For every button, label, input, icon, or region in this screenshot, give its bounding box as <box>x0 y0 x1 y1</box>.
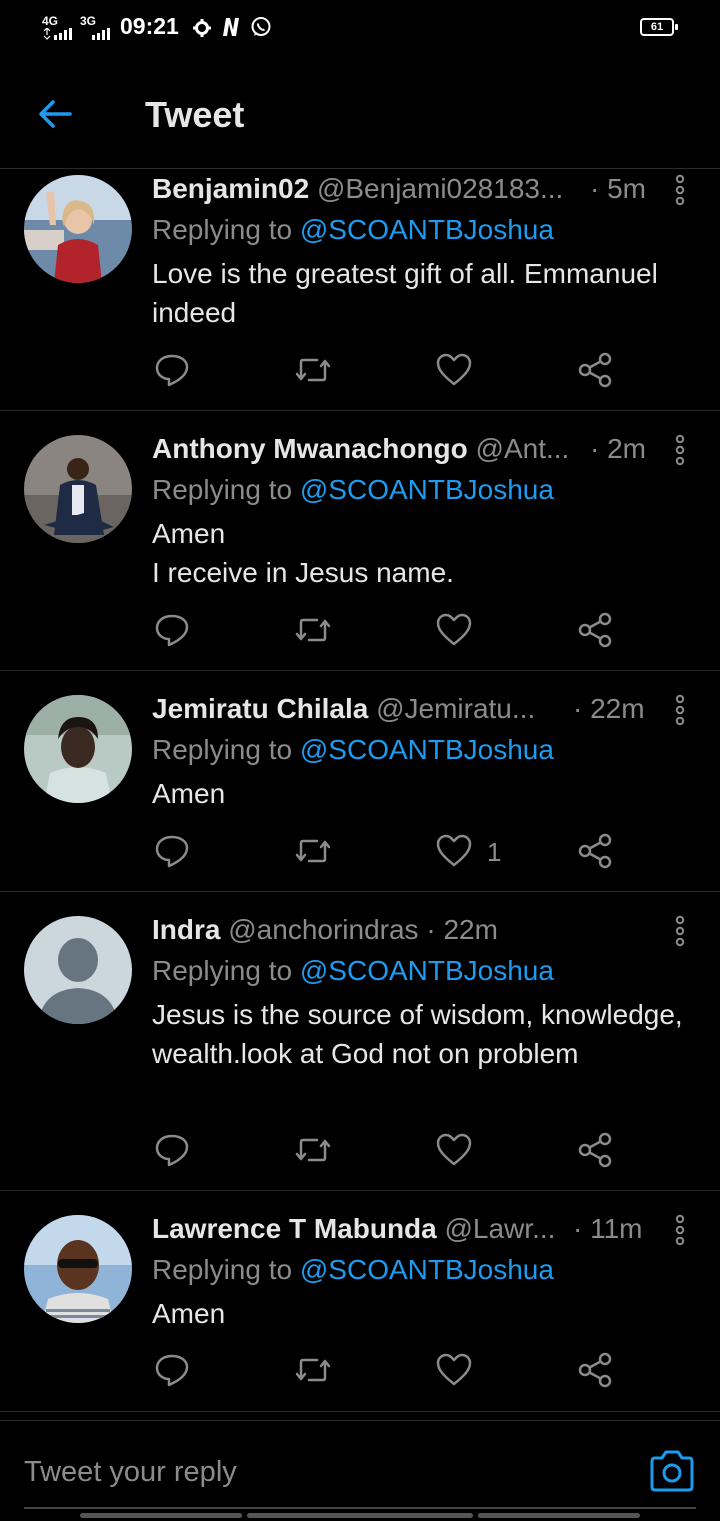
retweet-icon[interactable] <box>293 610 333 650</box>
tweet-header: Indra @anchorindras · 22m <box>152 914 498 946</box>
author-name[interactable]: Anthony Mwanachongo <box>152 433 468 464</box>
retweet-icon[interactable] <box>293 350 333 390</box>
tweet-reply-item[interactable]: Jemiratu Chilala @Jemiratu... · 22m Repl… <box>0 671 720 892</box>
reply-icon[interactable] <box>152 1350 192 1390</box>
signal-icon <box>92 28 110 40</box>
tweet-header: Benjamin02 @Benjami028183... <box>152 173 563 205</box>
like-icon[interactable] <box>434 350 474 390</box>
more-vertical-icon[interactable] <box>670 914 690 948</box>
battery-indicator: 61 <box>640 18 678 36</box>
tweet-text: Love is the greatest gift of all. Emmanu… <box>152 258 658 328</box>
divider <box>24 1507 696 1509</box>
mention-link[interactable]: @SCOANTBJoshua <box>300 955 554 986</box>
replying-to: Replying to @SCOANTBJoshua <box>152 214 554 246</box>
author-name[interactable]: Lawrence T Mabunda <box>152 1213 437 1244</box>
author-handle: @Lawr... <box>444 1213 556 1244</box>
camera-icon[interactable] <box>648 1449 696 1493</box>
tweet-text: Amen <box>152 778 226 809</box>
reply-icon[interactable] <box>152 350 192 390</box>
tweet-text: Amen <box>152 1298 226 1329</box>
replying-to: Replying to @SCOANTBJoshua <box>152 474 554 506</box>
mention-link[interactable]: @SCOANTBJoshua <box>300 1254 554 1285</box>
author-handle: @anchorindras <box>228 914 419 945</box>
timestamp: · 11m <box>573 1213 643 1244</box>
more-vertical-icon[interactable] <box>670 1213 690 1247</box>
reply-input[interactable]: Tweet your reply <box>24 1456 237 1489</box>
share-icon[interactable] <box>575 350 615 390</box>
reply-composer: Tweet your reply <box>0 1420 720 1521</box>
nav-handle <box>80 1513 242 1518</box>
network-4g-indicator: 4G <box>42 14 59 28</box>
whatsapp-icon <box>251 17 271 36</box>
tweet-header: Lawrence T Mabunda @Lawr... <box>152 1213 555 1245</box>
replying-to-label: Replying to <box>152 955 300 986</box>
tweet-text: Amen I receive in Jesus name. <box>152 518 454 588</box>
avatar[interactable] <box>24 916 132 1024</box>
like-icon[interactable] <box>434 831 474 871</box>
nav-handle <box>247 1513 473 1518</box>
avatar[interactable] <box>24 1215 132 1323</box>
replying-to: Replying to @SCOANTBJoshua <box>152 955 554 987</box>
timestamp: · 22m <box>426 914 498 945</box>
tweet-text: Jesus is the source of wisdom, knowledge… <box>152 999 683 1069</box>
tweet-header: Anthony Mwanachongo @Ant... <box>152 433 569 465</box>
replying-to-label: Replying to <box>152 214 300 245</box>
reply-icon[interactable] <box>152 831 192 871</box>
author-handle: @Jemiratu... <box>376 693 536 724</box>
like-count: 1 <box>487 837 502 867</box>
share-icon[interactable] <box>575 831 615 871</box>
more-vertical-icon[interactable] <box>670 693 690 727</box>
tweet-reply-item[interactable]: Lawrence T Mabunda @Lawr... · 11m Replyi… <box>0 1191 720 1412</box>
page-title: Tweet <box>145 94 245 135</box>
more-vertical-icon[interactable] <box>670 433 690 467</box>
tweet-reply-item[interactable]: Indra @anchorindras · 22m Replying to @S… <box>0 892 720 1191</box>
replying-to: Replying to @SCOANTBJoshua <box>152 1254 554 1286</box>
replying-to-label: Replying to <box>152 734 300 765</box>
like-icon[interactable] <box>434 1350 474 1390</box>
timestamp: · 2m <box>590 433 646 464</box>
share-icon[interactable] <box>575 1350 615 1390</box>
mention-link[interactable]: @SCOANTBJoshua <box>300 734 554 765</box>
like-icon[interactable] <box>434 1130 474 1170</box>
author-handle: @Ant... <box>475 433 570 464</box>
status-bar: 4G 3G 09:21 61 <box>0 0 720 60</box>
tweet-header: Jemiratu Chilala @Jemiratu... <box>152 693 535 725</box>
avatar[interactable] <box>24 175 132 283</box>
share-icon[interactable] <box>575 1130 615 1170</box>
signal-icon <box>43 28 72 40</box>
author-handle: @Benjami028183... <box>316 173 564 204</box>
author-name[interactable]: Benjamin02 <box>152 173 309 204</box>
replying-to: Replying to @SCOANTBJoshua <box>152 734 554 766</box>
timestamp: · 22m <box>573 693 645 724</box>
netflix-n-icon <box>223 18 239 36</box>
reply-icon[interactable] <box>152 1130 192 1170</box>
retweet-icon[interactable] <box>293 1350 333 1390</box>
nav-handle <box>478 1513 640 1518</box>
avatar[interactable] <box>24 435 132 543</box>
mention-link[interactable]: @SCOANTBJoshua <box>300 214 554 245</box>
mention-link[interactable]: @SCOANTBJoshua <box>300 474 554 505</box>
retweet-icon[interactable] <box>293 831 333 871</box>
author-name[interactable]: Jemiratu Chilala <box>152 693 368 724</box>
top-app-bar: Tweet <box>0 60 720 169</box>
tweet-reply-item[interactable]: Anthony Mwanachongo @Ant... · 2m Replyin… <box>0 411 720 671</box>
reply-icon[interactable] <box>152 610 192 650</box>
clock: 09:21 <box>120 13 179 39</box>
share-icon[interactable] <box>575 610 615 650</box>
like-icon[interactable] <box>434 610 474 650</box>
back-arrow-icon[interactable] <box>36 94 76 134</box>
replying-to-label: Replying to <box>152 1254 300 1285</box>
tweet-reply-item[interactable]: Benjamin02 @Benjami028183... · 5m Replyi… <box>0 169 720 411</box>
gear-icon <box>193 19 211 37</box>
network-3g-indicator: 3G <box>80 14 97 28</box>
retweet-icon[interactable] <box>293 1130 333 1170</box>
timestamp: · 5m <box>590 173 646 204</box>
more-vertical-icon[interactable] <box>670 173 690 207</box>
avatar[interactable] <box>24 695 132 803</box>
replying-to-label: Replying to <box>152 474 300 505</box>
author-name[interactable]: Indra <box>152 914 220 945</box>
